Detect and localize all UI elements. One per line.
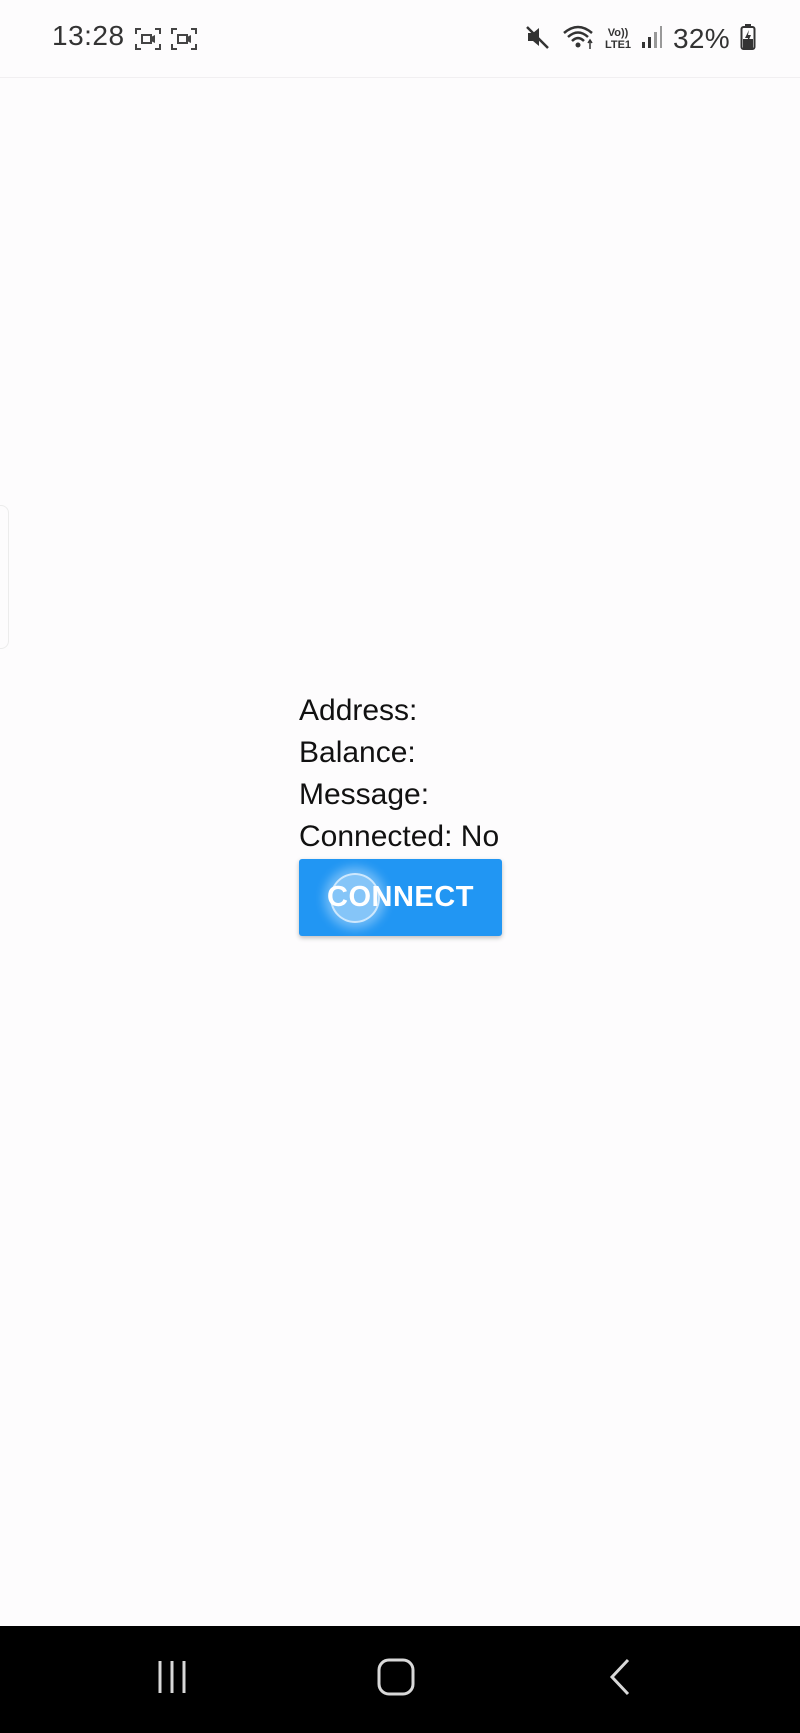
signal-icon [641, 24, 663, 55]
status-bar: 13:28 Vo)) LTE1 32% [0, 0, 800, 78]
battery-charging-icon [740, 23, 756, 56]
home-icon [376, 1657, 416, 1702]
recent-apps-icon [154, 1659, 190, 1700]
lte-label: LTE1 [604, 39, 632, 51]
balance-label: Balance: [299, 736, 416, 769]
battery-percent: 32% [673, 23, 730, 54]
address-label: Address: [299, 694, 418, 727]
screen-record-icon [170, 27, 198, 56]
status-time: 13:28 [52, 20, 125, 51]
connect-button[interactable]: CONNECT [299, 859, 502, 936]
volte-lte-icon: Vo)) LTE1 [605, 27, 631, 51]
wallet-info: Address: Balance: Message: Connected: No [299, 690, 499, 858]
mute-icon [525, 24, 551, 55]
volte-label: Vo)) [607, 27, 629, 39]
back-icon [606, 1657, 634, 1702]
navigation-bar [0, 1626, 800, 1733]
status-indicators: Vo)) LTE1 32% [525, 18, 756, 60]
home-button[interactable] [336, 1626, 456, 1733]
connect-button-label: CONNECT [327, 881, 474, 913]
back-button[interactable] [560, 1626, 680, 1733]
connected-status: Connected: No [299, 820, 500, 853]
wifi-icon [561, 23, 595, 56]
message-label: Message: [299, 778, 430, 811]
edge-panel-handle[interactable] [0, 505, 9, 649]
screen-record-icon [134, 27, 162, 56]
recent-apps-button[interactable] [112, 1626, 232, 1733]
